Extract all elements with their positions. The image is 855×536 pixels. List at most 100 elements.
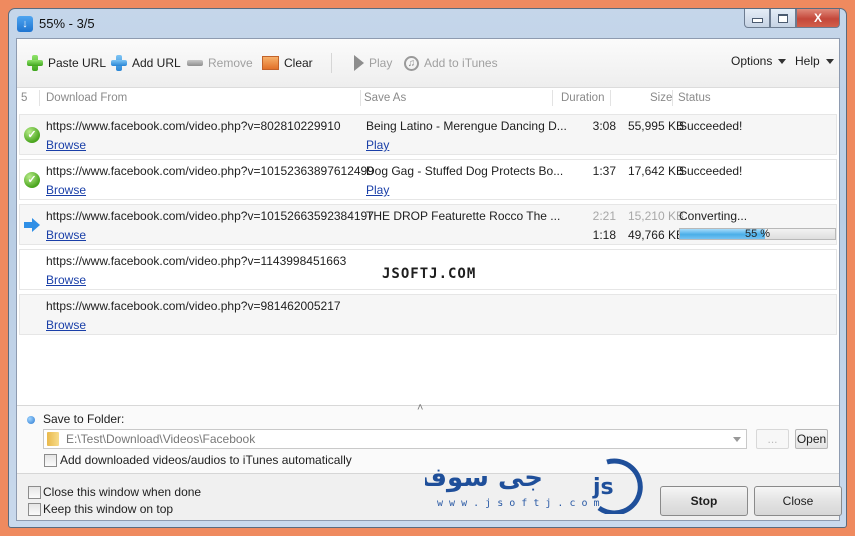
add-url-button[interactable]: Add URL [111, 54, 181, 72]
play-label: Play [369, 56, 393, 70]
size: 55,995 KB [627, 119, 684, 133]
table-row[interactable]: ✓ https://www.facebook.com/video.php?v=8… [19, 114, 837, 155]
close-when-done-checkbox[interactable] [28, 486, 41, 499]
duration: 1:37 [592, 164, 616, 178]
table-header: 5 Download From Save As Duration Size St… [17, 87, 839, 109]
keep-on-top-label: Keep this window on top [43, 502, 174, 516]
client-area: Paste URL Add URL Remove Clear Play ♫ Ad… [16, 38, 842, 521]
window-title: 55% - 3/5 [39, 16, 95, 31]
minimize-button[interactable] [744, 9, 770, 28]
column-divider [610, 90, 611, 106]
save-folder-label: Save to Folder: [43, 412, 125, 426]
play-link[interactable]: Play [366, 138, 389, 152]
app-window: ↓ 55% - 3/5 X Paste URL Add URL Remove C… [8, 8, 847, 528]
save-as-name: Dog Gag - Stuffed Dog Protects Bo... [366, 164, 564, 178]
column-divider [672, 90, 673, 106]
converting-arrow-icon [24, 217, 40, 233]
itunes-auto-label: Add downloaded videos/audios to iTunes a… [60, 453, 352, 467]
close-button[interactable]: Close [754, 486, 842, 516]
download-url: https://www.facebook.com/video.php?v=101… [46, 164, 374, 178]
paste-url-label: Paste URL [48, 56, 107, 70]
close-when-done-label: Close this window when done [43, 485, 202, 499]
browse-link[interactable]: Browse [46, 318, 86, 332]
download-url: https://www.facebook.com/video.php?v=101… [46, 209, 374, 223]
clear-label: Clear [284, 56, 313, 70]
progress-label: 55 % [744, 228, 771, 240]
bullet-icon [27, 416, 35, 424]
status-text: Succeeded! [679, 164, 743, 178]
download-url: https://www.facebook.com/video.php?v=114… [46, 254, 347, 268]
clear-button[interactable]: Clear [262, 54, 313, 72]
minimize-icon [751, 18, 763, 23]
add-to-itunes-label: Add to iTunes [424, 56, 498, 70]
browse-link[interactable]: Browse [46, 183, 86, 197]
help-label: Help [795, 54, 820, 68]
add-to-itunes-button[interactable]: ♫ Add to iTunes [404, 54, 498, 72]
open-folder-button[interactable]: Open [795, 429, 828, 449]
play-icon [354, 55, 364, 71]
logo-arabic-text: جی سوفت [425, 463, 543, 493]
toolbar: Paste URL Add URL Remove Clear Play ♫ Ad… [17, 39, 839, 88]
close-window-button[interactable]: X [796, 9, 840, 28]
itunes-auto-checkbox[interactable] [44, 454, 57, 467]
minus-icon [187, 60, 203, 66]
jsoftj-logo: جی سوفت w w w . j s o f t j . c o m js [425, 458, 643, 514]
column-divider [552, 90, 553, 106]
itunes-music-icon: ♫ [404, 55, 419, 71]
success-check-icon: ✓ [24, 127, 40, 143]
collapse-chevron-icon[interactable]: ˄ [417, 402, 423, 414]
plus-icon [111, 55, 127, 71]
save-as-name: Being Latino - Merengue Dancing D... [366, 119, 567, 133]
paste-url-button[interactable]: Paste URL [27, 54, 106, 72]
watermark-text: JSOFTJ.COM [382, 266, 477, 282]
browse-link[interactable]: Browse [46, 228, 86, 242]
logo-url-text: w w w . j s o f t j . c o m [437, 498, 600, 509]
play-link[interactable]: Play [366, 183, 389, 197]
status-text: Converting... [679, 209, 748, 223]
table-row[interactable]: ✓ https://www.facebook.com/video.php?v=1… [19, 159, 837, 200]
options-menu[interactable]: Options [731, 54, 787, 68]
column-duration[interactable]: Duration [561, 92, 604, 104]
maximize-icon [778, 13, 788, 23]
save-folder-combobox[interactable]: E:\Test\Download\Videos\Facebook [43, 429, 747, 449]
chevron-down-icon [778, 58, 787, 64]
column-size[interactable]: Size [650, 92, 672, 104]
keep-on-top-checkbox[interactable] [28, 503, 41, 516]
column-divider [360, 90, 361, 106]
remove-button[interactable]: Remove [187, 54, 253, 72]
browse-link[interactable]: Browse [46, 273, 86, 287]
folder-icon [47, 432, 59, 446]
conversion-progress-bar: 55 % [679, 228, 836, 240]
logo-mark-text: js [592, 475, 614, 500]
maximize-button[interactable] [770, 9, 796, 28]
column-status[interactable]: Status [678, 92, 711, 104]
clear-icon [262, 56, 279, 70]
column-divider [39, 90, 40, 106]
chevron-down-icon [825, 58, 834, 64]
stop-button[interactable]: Stop [660, 486, 748, 516]
download-url: https://www.facebook.com/video.php?v=981… [46, 299, 341, 313]
source-size: 15,210 KB [627, 209, 684, 223]
size: 17,642 KB [627, 164, 684, 178]
table-row[interactable]: https://www.facebook.com/video.php?v=981… [19, 294, 837, 335]
column-save-as[interactable]: Save As [364, 92, 406, 104]
toolbar-separator [331, 53, 332, 73]
save-folder-path: E:\Test\Download\Videos\Facebook [66, 432, 256, 446]
options-label: Options [731, 54, 773, 68]
duration: 3:08 [592, 119, 616, 133]
converted-size: 49,766 KB [627, 228, 684, 242]
browse-link[interactable]: Browse [46, 138, 86, 152]
column-download-from[interactable]: Download From [46, 92, 127, 104]
close-icon: X [813, 11, 822, 25]
download-url: https://www.facebook.com/video.php?v=802… [46, 119, 341, 133]
success-check-icon: ✓ [24, 172, 40, 188]
item-count: 5 [21, 92, 28, 104]
help-menu[interactable]: Help [795, 54, 834, 68]
save-as-name: THE DROP Featurette Rocco The ... [366, 209, 561, 223]
table-row[interactable]: https://www.facebook.com/video.php?v=101… [19, 204, 837, 245]
title-bar[interactable]: ↓ 55% - 3/5 X [9, 9, 846, 39]
plus-icon [27, 55, 43, 71]
remove-label: Remove [208, 56, 253, 70]
browse-folder-button[interactable]: ... [756, 429, 789, 449]
play-button[interactable]: Play [354, 54, 392, 72]
